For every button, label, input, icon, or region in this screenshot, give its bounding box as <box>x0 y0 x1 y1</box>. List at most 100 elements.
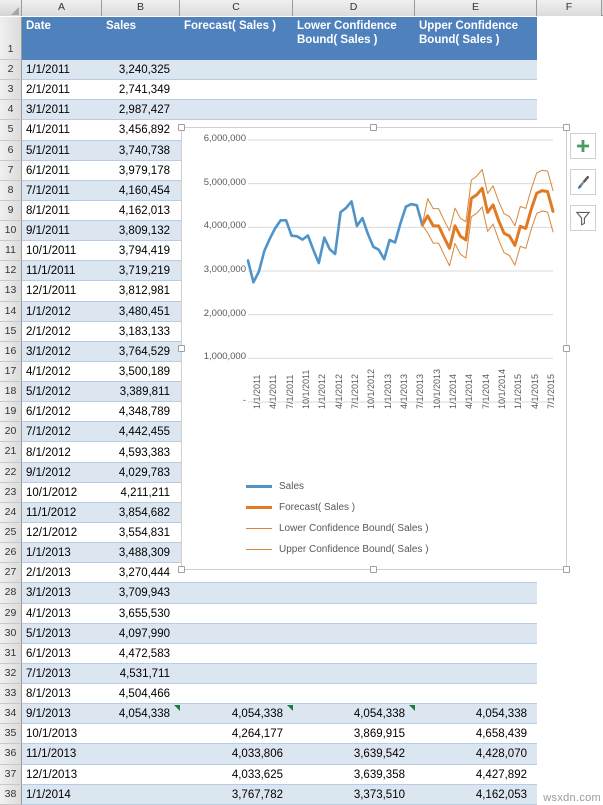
cell-C2[interactable] <box>180 60 293 80</box>
cell-A38[interactable]: 1/1/2014 <box>22 785 102 805</box>
cell-B15[interactable]: 3,183,133 <box>102 322 180 342</box>
cell-B31[interactable]: 4,472,583 <box>102 644 180 664</box>
chart-handle-tc[interactable] <box>370 124 377 131</box>
cell-E3[interactable] <box>415 80 537 100</box>
cell-A30[interactable]: 5/1/2013 <box>22 624 102 644</box>
cell-B36[interactable] <box>102 744 180 764</box>
cell-C36[interactable]: 4,033,806 <box>180 744 293 764</box>
cell-A11[interactable]: 10/1/2011 <box>22 241 102 261</box>
cell-D28[interactable] <box>293 583 415 603</box>
cell-E32[interactable] <box>415 664 537 684</box>
row-header-20[interactable]: 20 <box>0 422 22 442</box>
cell-D38[interactable]: 3,373,510 <box>293 785 415 805</box>
row-header-23[interactable]: 23 <box>0 483 22 503</box>
cell-A8[interactable]: 7/1/2011 <box>22 181 102 201</box>
column-header-d[interactable]: D <box>293 0 415 16</box>
row-header-9[interactable]: 9 <box>0 201 22 221</box>
cell-B3[interactable]: 2,741,349 <box>102 80 180 100</box>
cell-B26[interactable]: 3,488,309 <box>102 543 180 563</box>
row-header-27[interactable]: 27 <box>0 563 22 583</box>
cell-A32[interactable]: 7/1/2013 <box>22 664 102 684</box>
column-header-e[interactable]: E <box>415 0 537 16</box>
cell-C28[interactable] <box>180 583 293 603</box>
row-header-29[interactable]: 29 <box>0 604 22 624</box>
row-header-37[interactable]: 37 <box>0 765 22 785</box>
cell-A33[interactable]: 8/1/2013 <box>22 684 102 704</box>
cell-B8[interactable]: 4,160,454 <box>102 181 180 201</box>
cell-A10[interactable]: 9/1/2011 <box>22 221 102 241</box>
cell-D35[interactable]: 3,869,915 <box>293 724 415 744</box>
cell-B10[interactable]: 3,809,132 <box>102 221 180 241</box>
cell-D33[interactable] <box>293 684 415 704</box>
cell-A22[interactable]: 9/1/2012 <box>22 463 102 483</box>
cell-A3[interactable]: 2/1/2011 <box>22 80 102 100</box>
cell-A21[interactable]: 8/1/2012 <box>22 442 102 462</box>
cell-A23[interactable]: 10/1/2012 <box>22 483 102 503</box>
column-header-f[interactable]: F <box>537 0 602 16</box>
cell-E33[interactable] <box>415 684 537 704</box>
row-header-33[interactable]: 33 <box>0 684 22 704</box>
cell-C33[interactable] <box>180 684 293 704</box>
row-header-1[interactable]: 1 <box>0 17 22 60</box>
chart-handle-bl[interactable] <box>178 566 185 573</box>
cell-E2[interactable] <box>415 60 537 80</box>
cell-B20[interactable]: 4,442,455 <box>102 422 180 442</box>
cell-A12[interactable]: 11/1/2011 <box>22 261 102 281</box>
cell-C38[interactable]: 3,767,782 <box>180 785 293 805</box>
cell-A25[interactable]: 12/1/2012 <box>22 523 102 543</box>
cell-C29[interactable] <box>180 604 293 624</box>
cell-D31[interactable] <box>293 644 415 664</box>
cell-D3[interactable] <box>293 80 415 100</box>
cell-A15[interactable]: 2/1/2012 <box>22 322 102 342</box>
cell-B19[interactable]: 4,348,789 <box>102 402 180 422</box>
cell-B12[interactable]: 3,719,219 <box>102 261 180 281</box>
series-line-0[interactable] <box>248 201 422 282</box>
cell-E28[interactable] <box>415 583 537 603</box>
cell-D30[interactable] <box>293 624 415 644</box>
cell-B32[interactable]: 4,531,711 <box>102 664 180 684</box>
cell-C34[interactable]: 4,054,338 <box>180 704 293 724</box>
cell-C31[interactable] <box>180 644 293 664</box>
cell-A9[interactable]: 8/1/2011 <box>22 201 102 221</box>
cell-A27[interactable]: 2/1/2013 <box>22 563 102 583</box>
row-header-4[interactable]: 4 <box>0 100 22 120</box>
cell-C30[interactable] <box>180 624 293 644</box>
row-header-13[interactable]: 13 <box>0 281 22 301</box>
row-header-19[interactable]: 19 <box>0 402 22 422</box>
cell-B23[interactable]: 4,211,211 <box>102 483 180 503</box>
row-header-18[interactable]: 18 <box>0 382 22 402</box>
row-header-24[interactable]: 24 <box>0 503 22 523</box>
cell-A13[interactable]: 12/1/2011 <box>22 281 102 301</box>
cell-A36[interactable]: 11/1/2013 <box>22 744 102 764</box>
row-header-28[interactable]: 28 <box>0 583 22 603</box>
cell-B25[interactable]: 3,554,831 <box>102 523 180 543</box>
column-header-b[interactable]: B <box>102 0 180 16</box>
cell-A29[interactable]: 4/1/2013 <box>22 604 102 624</box>
cell-C3[interactable] <box>180 80 293 100</box>
cell-A14[interactable]: 1/1/2012 <box>22 302 102 322</box>
cell-A7[interactable]: 6/1/2011 <box>22 161 102 181</box>
series-line-1[interactable] <box>422 188 553 248</box>
cell-B17[interactable]: 3,500,189 <box>102 362 180 382</box>
cell-D2[interactable] <box>293 60 415 80</box>
cell-B7[interactable]: 3,979,178 <box>102 161 180 181</box>
cell-D34[interactable]: 4,054,338 <box>293 704 415 724</box>
cell-B33[interactable]: 4,504,466 <box>102 684 180 704</box>
chart-filters-button[interactable] <box>570 205 596 231</box>
row-header-14[interactable]: 14 <box>0 302 22 322</box>
cell-A4[interactable]: 3/1/2011 <box>22 100 102 120</box>
cell-B16[interactable]: 3,764,529 <box>102 342 180 362</box>
row-header-3[interactable]: 3 <box>0 80 22 100</box>
chart-styles-button[interactable] <box>570 169 596 195</box>
cell-B22[interactable]: 4,029,783 <box>102 463 180 483</box>
chart-handle-tr[interactable] <box>563 124 570 131</box>
cell-A28[interactable]: 3/1/2013 <box>22 583 102 603</box>
cell-B2[interactable]: 3,240,325 <box>102 60 180 80</box>
cell-D37[interactable]: 3,639,358 <box>293 765 415 785</box>
cell-E36[interactable]: 4,428,070 <box>415 744 537 764</box>
cell-A34[interactable]: 9/1/2013 <box>22 704 102 724</box>
row-header-36[interactable]: 36 <box>0 744 22 764</box>
cell-B27[interactable]: 3,270,444 <box>102 563 180 583</box>
row-header-11[interactable]: 11 <box>0 241 22 261</box>
cell-A35[interactable]: 10/1/2013 <box>22 724 102 744</box>
